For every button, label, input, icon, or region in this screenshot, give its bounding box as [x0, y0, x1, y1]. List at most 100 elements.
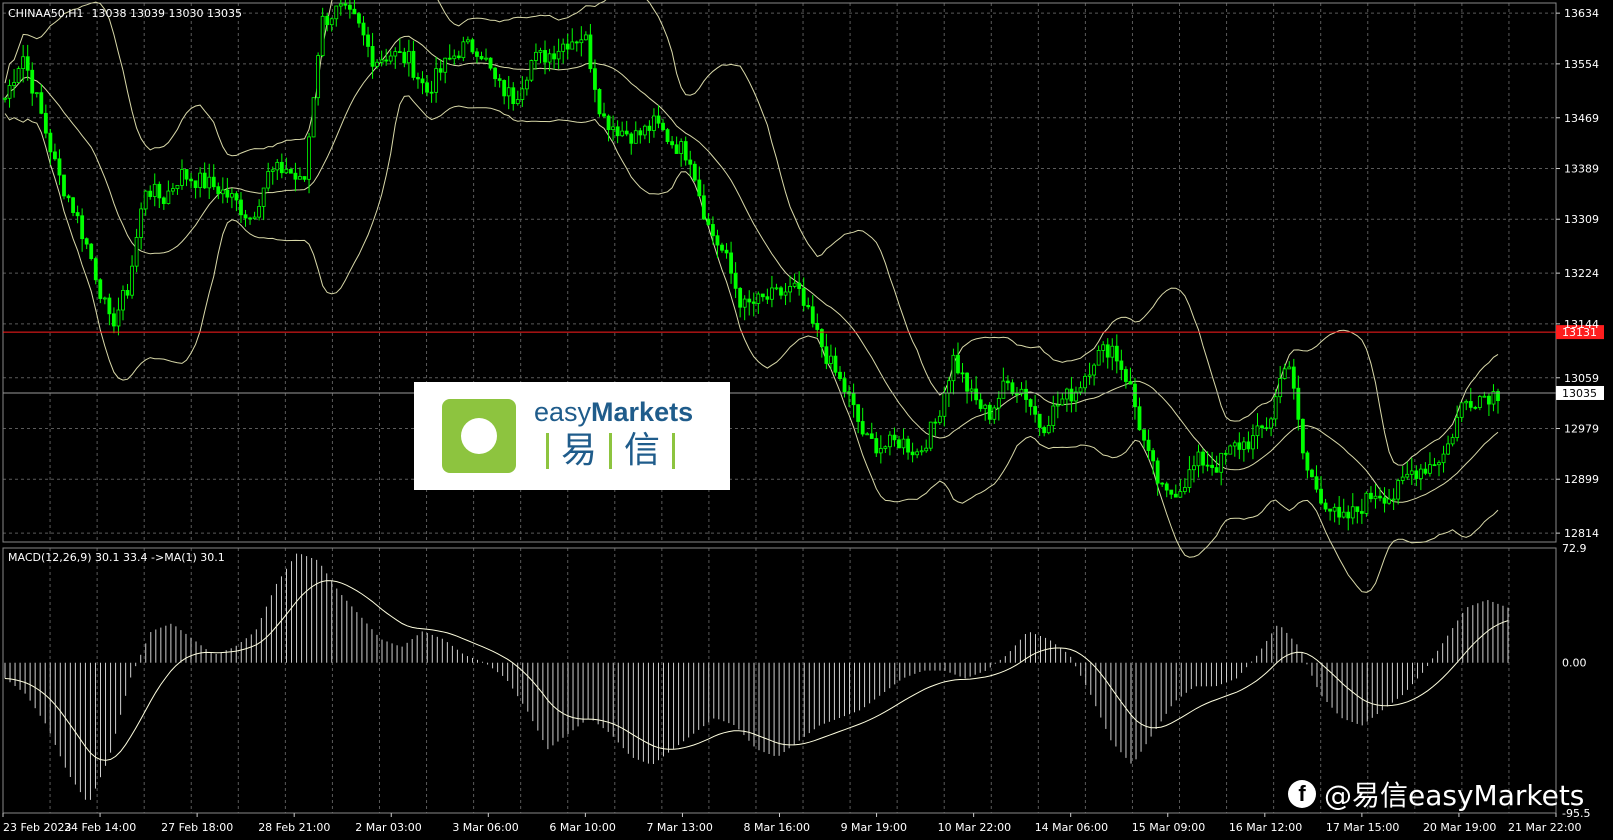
- candle-body: [71, 197, 75, 213]
- candle-body: [379, 59, 384, 63]
- candle-body: [270, 169, 275, 172]
- candle-body: [928, 421, 933, 449]
- candle-body: [116, 309, 121, 327]
- candle-body: [161, 197, 166, 204]
- easymarkets-logo-mark: [442, 399, 516, 473]
- candle-body: [1169, 489, 1174, 495]
- candle-body: [1024, 388, 1028, 400]
- candle-body: [520, 88, 525, 100]
- candle-body: [425, 82, 429, 93]
- candle-body: [1042, 427, 1047, 434]
- candle-body: [1069, 388, 1074, 402]
- candle-body: [1155, 460, 1160, 484]
- candle-body: [1142, 429, 1146, 441]
- candle-body: [665, 129, 670, 143]
- candle-body: [1432, 464, 1437, 467]
- candle-body: [48, 132, 53, 153]
- candle-body: [638, 130, 643, 136]
- candle-body: [974, 388, 979, 401]
- candle-body: [152, 183, 157, 197]
- candle-body: [888, 434, 892, 448]
- x-tick-label: 14 Mar 06:00: [1035, 821, 1108, 834]
- candle-body: [878, 448, 883, 454]
- candle-body: [1078, 387, 1083, 393]
- candle-body: [656, 115, 661, 124]
- candle-body: [1173, 493, 1178, 498]
- candle-body: [679, 141, 684, 154]
- candle-body: [647, 125, 652, 131]
- candle-body: [497, 78, 502, 81]
- candle-body: [1232, 442, 1237, 447]
- candle-body: [166, 190, 171, 204]
- candle-body: [1219, 452, 1224, 473]
- candle-body: [829, 355, 833, 364]
- y-tick-label: 12814: [1564, 527, 1599, 540]
- candle-body: [1332, 506, 1337, 512]
- candle-body: [1046, 425, 1051, 434]
- candle-body: [833, 355, 838, 373]
- candle-body: [1037, 413, 1042, 428]
- candle-body: [1092, 364, 1097, 376]
- candle-body: [901, 438, 906, 449]
- candle-body: [1355, 506, 1360, 512]
- candle-body: [779, 287, 783, 296]
- candle-body: [792, 282, 797, 287]
- candle-body: [756, 293, 761, 304]
- candle-body: [157, 183, 162, 199]
- candle-body: [1369, 492, 1373, 500]
- candle-body: [688, 159, 693, 165]
- candle-body: [298, 176, 302, 180]
- candle-body: [420, 78, 425, 84]
- easymarkets-logo: easyMarkets 易信: [414, 382, 730, 490]
- candle-body: [892, 434, 897, 441]
- candle-body: [1060, 398, 1065, 406]
- candle-body: [248, 217, 252, 220]
- candle-body: [1278, 378, 1283, 398]
- candle-body: [16, 68, 21, 83]
- candle-body: [207, 176, 212, 189]
- x-tick-label: 16 Mar 12:00: [1229, 821, 1302, 834]
- candle-body: [593, 68, 597, 90]
- candle-body: [534, 51, 538, 61]
- candle-body: [452, 55, 457, 60]
- candle-body: [983, 404, 988, 409]
- candle-body: [965, 372, 969, 392]
- candle-body: [1310, 469, 1314, 478]
- candle-body: [642, 125, 647, 136]
- candle-body: [193, 180, 198, 189]
- y-tick-label: 13144: [1564, 318, 1599, 331]
- candle-body: [261, 187, 266, 207]
- candle-body: [692, 163, 697, 181]
- candle-body: [1269, 418, 1274, 429]
- candle-body: [1064, 388, 1069, 400]
- candle-body: [1382, 497, 1387, 504]
- candle-body: [1133, 383, 1137, 408]
- candle-body: [661, 122, 665, 131]
- y-tick-label: 12899: [1564, 473, 1599, 486]
- x-tick-label: 17 Mar 15:00: [1326, 821, 1399, 834]
- candle-body: [148, 190, 153, 197]
- candle-body: [1482, 395, 1487, 398]
- y-tick-label: 13554: [1564, 58, 1599, 71]
- social-watermark: f @易信easyMarkets: [1288, 774, 1584, 814]
- logo-chinese: 易信: [534, 427, 693, 475]
- candle-body: [325, 15, 330, 26]
- watermark-text: @易信easyMarkets: [1324, 779, 1585, 812]
- candle-body: [1083, 375, 1087, 389]
- candle-body: [1182, 487, 1187, 492]
- candle-body: [987, 404, 992, 420]
- candle-body: [633, 130, 638, 144]
- candle-body: [25, 56, 30, 71]
- y-tick-label: 12979: [1564, 422, 1599, 435]
- candle-body: [579, 39, 584, 44]
- x-tick-label: 15 Mar 09:00: [1132, 821, 1205, 834]
- candle-body: [1051, 405, 1056, 426]
- candle-body: [742, 298, 747, 308]
- candle-body: [134, 237, 139, 267]
- candle-body: [429, 91, 434, 94]
- candle-body: [1210, 464, 1215, 468]
- candle-body: [624, 130, 629, 135]
- candle-body: [62, 174, 66, 197]
- candle-body: [729, 252, 733, 274]
- candle-body: [488, 57, 493, 69]
